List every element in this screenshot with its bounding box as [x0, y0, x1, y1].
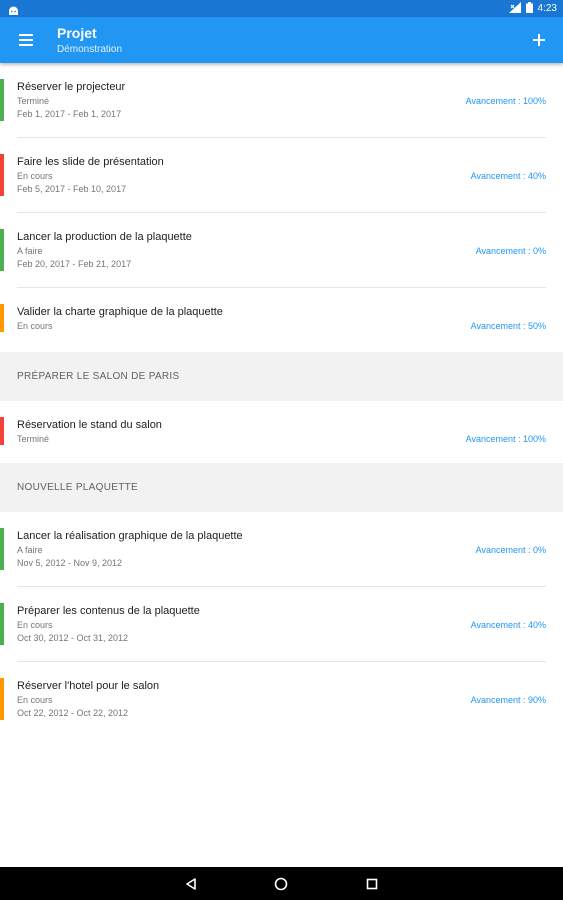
recents-button[interactable]	[363, 875, 381, 893]
task-status-bar	[0, 417, 4, 445]
task-status: Terminé	[17, 96, 50, 106]
plus-icon	[533, 34, 545, 46]
status-bar: 4:23	[0, 0, 563, 17]
task-name: Réserver le projecteur	[17, 81, 126, 93]
task-item[interactable]: Réservation le stand du salon Terminé Av…	[0, 401, 563, 463]
task-name: Réservation le stand du salon	[17, 419, 162, 431]
task-progress: Avancement : 100%	[465, 96, 546, 106]
task-progress: Avancement : 0%	[475, 246, 546, 256]
task-status: A faire	[17, 545, 43, 555]
task-item[interactable]: Préparer les contenus de la plaquette En…	[0, 587, 563, 662]
task-dates: Oct 22, 2012 - Oct 22, 2012	[17, 708, 129, 718]
section-header-label: NOUVELLE PLAQUETTE	[17, 482, 138, 493]
task-status-bar	[0, 154, 4, 196]
task-progress: Avancement : 0%	[475, 545, 546, 555]
task-status: En cours	[17, 321, 53, 331]
home-button[interactable]	[272, 875, 290, 893]
task-list: Réserver le projecteur Terminé Feb 1, 20…	[0, 63, 563, 737]
task-dates: Feb 5, 2017 - Feb 10, 2017	[17, 184, 127, 194]
task-item[interactable]: Réserver l'hotel pour le salon En cours …	[0, 662, 563, 737]
battery-icon	[525, 0, 533, 18]
task-name: Préparer les contenus de la plaquette	[17, 605, 200, 617]
section-header: PRÉPARER LE SALON DE PARIS	[0, 352, 563, 401]
task-status: A faire	[17, 246, 43, 256]
task-progress: Avancement : 100%	[465, 434, 546, 444]
back-triangle-icon	[186, 878, 196, 890]
task-progress: Avancement : 90%	[470, 695, 546, 705]
task-status: En cours	[17, 620, 53, 630]
task-dates: Feb 1, 2017 - Feb 1, 2017	[17, 109, 122, 119]
navigation-bar	[0, 867, 563, 900]
task-item[interactable]: Faire les slide de présentation En cours…	[0, 138, 563, 213]
clock: 4:23	[537, 3, 557, 14]
task-status: En cours	[17, 695, 53, 705]
menu-button[interactable]	[10, 26, 42, 54]
task-progress: Avancement : 50%	[470, 321, 546, 331]
section-header: NOUVELLE PLAQUETTE	[0, 463, 563, 512]
task-dates: Nov 5, 2012 - Nov 9, 2012	[17, 558, 123, 568]
task-name: Valider la charte graphique de la plaque…	[17, 306, 223, 318]
task-status-bar	[0, 603, 4, 645]
task-status: Terminé	[17, 434, 50, 444]
home-circle-icon	[274, 877, 288, 891]
task-status-bar	[0, 678, 4, 720]
page-subtitle: Démonstration	[57, 44, 123, 55]
task-item[interactable]: Réserver le projecteur Terminé Feb 1, 20…	[0, 63, 563, 138]
recents-square-icon	[366, 878, 378, 890]
task-name: Faire les slide de présentation	[17, 156, 164, 168]
task-status-bar	[0, 304, 4, 332]
task-item[interactable]: Lancer la réalisation graphique de la pl…	[0, 512, 563, 587]
task-item[interactable]: Lancer la production de la plaquette A f…	[0, 213, 563, 288]
task-item[interactable]: Valider la charte graphique de la plaque…	[0, 288, 563, 352]
task-progress: Avancement : 40%	[470, 620, 546, 630]
task-name: Lancer la production de la plaquette	[17, 231, 192, 243]
add-button[interactable]	[525, 26, 553, 54]
task-dates: Oct 30, 2012 - Oct 31, 2012	[17, 633, 129, 643]
back-button[interactable]	[182, 875, 200, 893]
task-status-bar	[0, 528, 4, 570]
app-bar: Projet Démonstration	[0, 17, 563, 63]
task-status-bar	[0, 229, 4, 271]
task-progress: Avancement : 40%	[470, 171, 546, 181]
task-name: Réserver l'hotel pour le salon	[17, 680, 160, 692]
task-status-bar	[0, 79, 4, 121]
task-name: Lancer la réalisation graphique de la pl…	[17, 530, 243, 542]
task-dates: Feb 20, 2017 - Feb 21, 2017	[17, 259, 132, 269]
hamburger-icon	[19, 34, 33, 46]
task-status: En cours	[17, 171, 53, 181]
page-title: Projet	[57, 25, 97, 41]
section-header-label: PRÉPARER LE SALON DE PARIS	[17, 371, 180, 382]
signal-icon	[508, 0, 521, 18]
